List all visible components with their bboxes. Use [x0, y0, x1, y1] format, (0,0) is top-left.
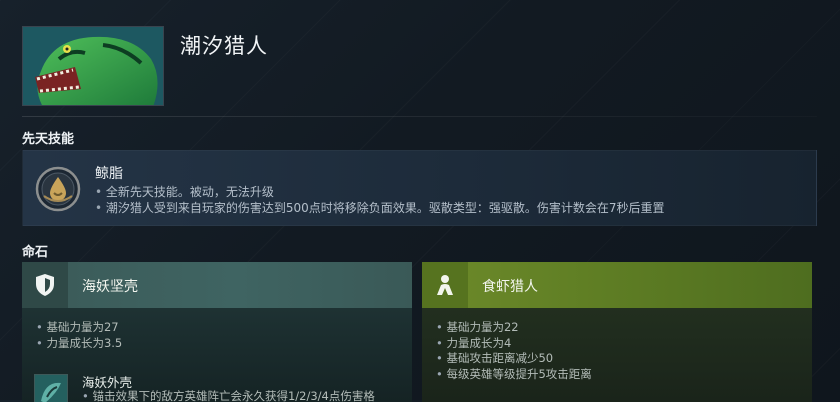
facet-stat-line: 基础力量为27: [36, 320, 122, 336]
facet-title: 食虾猎人: [482, 279, 538, 295]
innate-section-title: 先天技能: [22, 132, 75, 147]
facet-stat-line: 基础力量为22: [436, 320, 592, 336]
kraken-shell-icon: [34, 374, 68, 402]
facets-section-title: 命石: [22, 245, 49, 260]
facet-stats: 基础力量为27 力量成长为3.5: [36, 320, 122, 351]
facet-stats: 基础力量为22 力量成长为4 基础攻击距离减少50 每级英雄等级提升5攻击距离: [436, 320, 592, 383]
facet-body: 基础力量为22 力量成长为4 基础攻击距离减少50 每级英雄等级提升5攻击距离: [422, 308, 812, 402]
innate-ability-name: 鲸脂: [95, 166, 123, 182]
facet-stat-line: 力量成长为4: [436, 336, 592, 352]
innate-line: 全新先天技能。被动，无法升级: [95, 184, 664, 200]
hero-name: 潮汐猎人: [180, 34, 268, 58]
facet-stat-line: 基础攻击距离减少50: [436, 351, 592, 367]
hero-portrait-image: [23, 27, 163, 105]
shield-icon: [22, 262, 68, 308]
facet-card-kraken-shell[interactable]: 海妖坚壳 基础力量为27 力量成长为3.5 海妖外壳 锚击效果下的敌方英雄阵亡会…: [22, 262, 412, 402]
hunter-figure-icon: [422, 262, 468, 308]
facet-stat-line: 力量成长为3.5: [36, 336, 122, 352]
innate-ability-description: 全新先天技能。被动，无法升级 潮汐猎人受到来自玩家的伤害达到500点时将移除负面…: [95, 184, 665, 216]
facet-stat-line: 每级英雄等级提升5攻击距离: [436, 367, 591, 383]
droplet-emblem-icon: [35, 166, 81, 212]
facet-card-shrimp-hunter[interactable]: 食虾猎人 基础力量为22 力量成长为4 基础攻击距离减少50 每级英雄等级提升5…: [422, 262, 812, 402]
facet-header: 海妖坚壳: [22, 262, 412, 308]
innate-line: 潮汐猎人受到来自玩家的伤害达到500点时将移除负面效果。驱散类型：强驱散。伤害计…: [95, 200, 665, 216]
header-divider: [22, 116, 817, 117]
facet-body: 基础力量为27 力量成长为3.5 海妖外壳 锚击效果下的敌方英雄阵亡会永久获得1…: [22, 308, 412, 402]
innate-ability-panel: 鲸脂 全新先天技能。被动，无法升级 潮汐猎人受到来自玩家的伤害达到500点时将移…: [22, 150, 817, 226]
hero-portrait: [22, 26, 164, 106]
facet-title: 海妖坚壳: [82, 279, 138, 295]
facet-header: 食虾猎人: [422, 262, 812, 308]
